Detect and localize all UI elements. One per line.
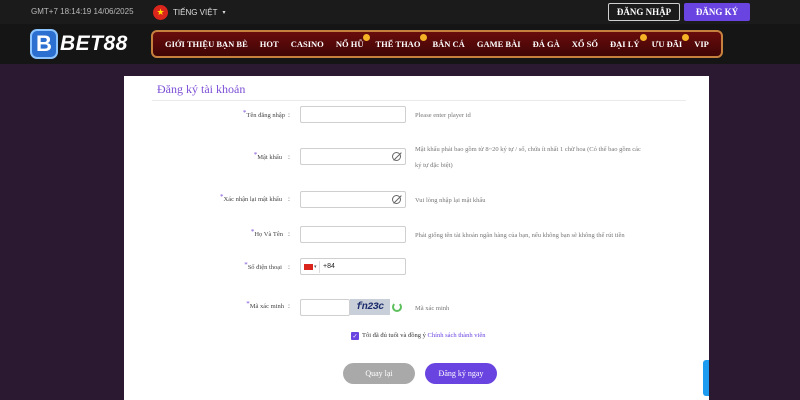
nav-item-promotions[interactable]: ƯU ĐÃI [651, 34, 690, 49]
password-hint: Mật khẩu phải bao gồm từ 8~20 ký tự / số… [415, 144, 641, 172]
password-input[interactable] [300, 148, 406, 165]
required-marker: * [242, 109, 247, 117]
required-marker: * [246, 300, 250, 308]
password-label: *Mật khẩu [142, 151, 282, 161]
form-title: Đăng ký tài khoản [157, 82, 246, 96]
password-hint-line1: Mật khẩu phải bao gồm từ 8~20 ký tự / số… [415, 146, 641, 153]
label-colon: : [288, 153, 290, 161]
phone-input[interactable]: ▾ +84 [300, 258, 406, 275]
submit-register-button[interactable]: Đăng ký ngay [425, 363, 497, 384]
policy-link[interactable]: Chính sách thành viên [428, 332, 486, 339]
hot-badge-icon [420, 34, 428, 41]
hide-password-icon[interactable] [392, 152, 401, 161]
nav-item-promotions-label: ƯU ĐÃI [651, 39, 683, 49]
required-marker: * [253, 151, 258, 159]
phone-country-code: +84 [323, 263, 335, 270]
required-marker: * [244, 261, 248, 269]
label-colon: : [288, 195, 290, 203]
back-button[interactable]: Quay lại [343, 363, 415, 384]
refresh-captcha-icon[interactable] [392, 302, 402, 312]
nav-item-fishing[interactable]: BẮN CÁ [432, 39, 464, 49]
logo-badge: B [30, 29, 58, 59]
language-selector[interactable]: ★ TIẾNG VIỆT ▾ [153, 4, 225, 20]
confirm-password-input[interactable] [300, 191, 406, 208]
required-marker: * [250, 228, 255, 236]
language-label: TIẾNG VIỆT [173, 7, 218, 17]
vietnam-flag-icon: ★ [153, 4, 168, 20]
chevron-down-icon: ▾ [314, 264, 317, 270]
nav-item-casino[interactable]: CASINO [291, 39, 324, 49]
confirm-password-hint: Vui lòng nhập lại mật khẩu [415, 197, 486, 204]
label-colon: : [288, 111, 290, 119]
label-colon: : [288, 263, 290, 271]
agree-text: Tôi đã đủ tuổi và đồng ý Chính sách thàn… [362, 332, 486, 339]
nav-item-sports[interactable]: THỂ THAO [375, 34, 428, 49]
captcha-label-text: Mã xác minh [249, 303, 284, 310]
nav-item-jackpot[interactable]: NỔ HŨ [335, 34, 371, 49]
login-button[interactable]: ĐĂNG NHẬP [608, 3, 680, 21]
vietnam-flag-icon [304, 264, 313, 270]
floating-side-tab[interactable] [703, 360, 709, 396]
hide-password-icon[interactable] [392, 195, 401, 204]
captcha-hint: Mã xác minh [415, 305, 450, 312]
phone-label-text: Số điện thoại [247, 264, 282, 271]
nav-item-cockfight[interactable]: ĐÁ GÀ [533, 39, 560, 49]
captcha-label: *Mã xác minh [144, 300, 284, 310]
server-time: GMT+7 18:14:19 14/06/2025 [31, 7, 134, 16]
nav-item-vip[interactable]: VIP [694, 39, 709, 49]
nav-item-agent[interactable]: ĐẠI LÝ [610, 34, 647, 49]
hot-badge-icon [682, 34, 690, 41]
username-label-text: Tên đăng nhập [246, 112, 285, 119]
nav-item-sports-label: THỂ THAO [375, 39, 421, 49]
captcha-input[interactable] [300, 299, 350, 316]
nav-item-referral[interactable]: GIỚI THIỆU BẠN BÈ [165, 39, 248, 49]
full-name-input[interactable] [300, 226, 406, 243]
nav-item-agent-label: ĐẠI LÝ [610, 39, 640, 49]
password-label-text: Mật khẩu [257, 154, 282, 161]
register-button[interactable]: ĐĂNG KÝ [684, 3, 750, 21]
nav-item-jackpot-label: NỔ HŨ [335, 39, 364, 49]
label-colon: : [288, 230, 290, 238]
main-header: B BET88 GIỚI THIỆU BẠN BÈ HOT CASINO NỔ … [0, 24, 800, 64]
full-name-label: *Họ Và Tên [143, 228, 283, 238]
nav-item-card-games[interactable]: GAME BÀI [477, 39, 521, 49]
hot-badge-icon [363, 34, 371, 41]
logo-text: BET88 [60, 32, 128, 55]
country-code-selector[interactable]: ▾ [304, 262, 318, 272]
hot-badge-icon [639, 34, 647, 41]
brand-logo[interactable]: B BET88 [30, 29, 128, 59]
required-marker: * [220, 193, 224, 201]
main-nav: GIỚI THIỆU BẠN BÈ HOT CASINO NỔ HŨ THỂ T… [151, 30, 723, 58]
phone-label: *Số điện thoại [142, 261, 282, 271]
password-hint-line2: ký tự đặc biệt) [415, 162, 453, 169]
top-bar: GMT+7 18:14:19 14/06/2025 ★ TIẾNG VIỆT ▾… [0, 0, 800, 24]
username-input[interactable] [300, 106, 406, 123]
username-label: *Tên đăng nhập [145, 109, 285, 119]
nav-item-hot[interactable]: HOT [260, 39, 279, 49]
full-name-hint: Phải giống tên tài khoản ngân hàng của b… [415, 232, 625, 239]
nav-item-lottery[interactable]: XỔ SỐ [572, 39, 598, 49]
full-name-label-text: Họ Và Tên [254, 231, 283, 238]
chevron-down-icon: ▾ [222, 9, 226, 16]
captcha-image: fn23c [350, 299, 390, 315]
confirm-password-label-text: Xác nhận lại mật khẩu [223, 196, 282, 203]
agree-statement: Tôi đã đủ tuổi và đồng ý [362, 332, 426, 339]
label-colon: : [288, 302, 290, 310]
agree-checkbox[interactable]: ✓ [351, 332, 359, 340]
title-divider [152, 100, 686, 101]
confirm-password-label: *Xác nhận lại mật khẩu [142, 193, 282, 203]
username-hint: Please enter player id [415, 112, 471, 119]
prefix-divider [319, 261, 320, 273]
